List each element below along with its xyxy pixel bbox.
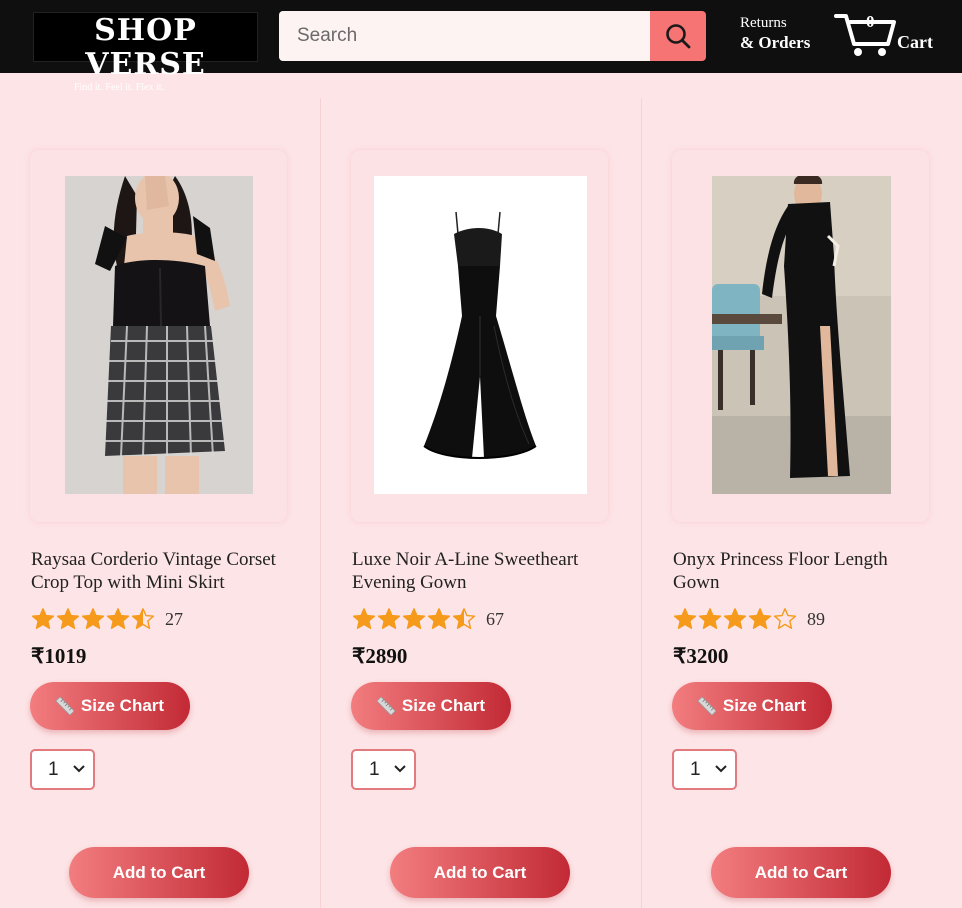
size-chart-button[interactable]: Size Chart bbox=[672, 682, 832, 730]
star-rating bbox=[352, 607, 476, 631]
size-chart-label: Size Chart bbox=[401, 696, 486, 715]
quantity-value: 1 bbox=[48, 758, 59, 780]
ruler-icon bbox=[697, 697, 716, 715]
quantity-select[interactable]: 1 bbox=[30, 749, 95, 790]
cart-count-badge: 0 bbox=[866, 12, 875, 31]
logo-tagline: Find it. Feel it. Flex it. bbox=[74, 82, 165, 93]
product-photo-black-gown[interactable] bbox=[374, 176, 587, 494]
returns-orders-link[interactable]: Returns & Orders bbox=[740, 13, 810, 53]
rating-count: 67 bbox=[486, 608, 504, 629]
star-icon bbox=[427, 608, 451, 629]
search-bar bbox=[279, 11, 706, 61]
product-image-card[interactable] bbox=[351, 150, 608, 522]
returns-label: Returns bbox=[740, 15, 787, 31]
rating-count: 27 bbox=[165, 608, 183, 629]
star-icon bbox=[773, 608, 797, 629]
star-rating bbox=[673, 607, 797, 631]
star-icon bbox=[131, 608, 155, 629]
product-price: ₹3200 bbox=[673, 644, 729, 668]
product-image-card[interactable] bbox=[672, 150, 929, 522]
star-icon bbox=[106, 608, 130, 629]
add-to-cart-button[interactable]: Add to Cart bbox=[711, 847, 891, 898]
search-icon bbox=[666, 24, 691, 49]
quantity-select[interactable]: 1 bbox=[672, 749, 737, 790]
star-icon bbox=[698, 608, 722, 629]
quantity-value: 1 bbox=[690, 758, 701, 780]
star-icon bbox=[402, 608, 426, 629]
search-button[interactable] bbox=[650, 11, 706, 61]
add-to-cart-button[interactable]: Add to Cart bbox=[69, 847, 249, 898]
logo-title: SHOP VERSE bbox=[85, 13, 206, 82]
product-card: Raysaa Corderio Vintage Corset Crop Top … bbox=[0, 98, 321, 908]
cart-icon bbox=[834, 14, 896, 56]
size-chart-label: Size Chart bbox=[80, 696, 165, 715]
product-card: Luxe Noir A-Line Sweetheart Evening Gown… bbox=[320, 98, 641, 908]
product-price: ₹1019 bbox=[31, 644, 87, 668]
star-rating bbox=[31, 607, 155, 631]
star-icon bbox=[81, 608, 105, 629]
ruler-icon bbox=[376, 697, 395, 715]
ruler-icon bbox=[55, 697, 74, 715]
product-photo-one-shoulder-gown[interactable] bbox=[712, 176, 891, 494]
size-chart-button[interactable]: Size Chart bbox=[30, 682, 190, 730]
top-header: SHOP VERSE Find it. Feel it. Flex it. Re… bbox=[0, 0, 962, 93]
shop-logo[interactable]: SHOP VERSE Find it. Feel it. Flex it. bbox=[33, 12, 258, 93]
product-price: ₹2890 bbox=[352, 644, 408, 668]
star-icon bbox=[377, 608, 401, 629]
star-icon bbox=[748, 608, 772, 629]
quantity-value: 1 bbox=[369, 758, 380, 780]
star-icon bbox=[31, 608, 55, 629]
add-to-cart-button[interactable]: Add to Cart bbox=[390, 847, 570, 898]
cart-label: Cart bbox=[897, 32, 933, 52]
orders-label: & Orders bbox=[740, 33, 811, 52]
star-icon bbox=[56, 608, 80, 629]
product-image-card[interactable] bbox=[30, 150, 287, 522]
product-rating: 67 bbox=[352, 606, 504, 632]
product-rating: 89 bbox=[673, 606, 825, 632]
product-title[interactable]: Raysaa Corderio Vintage Corset Crop Top … bbox=[31, 548, 281, 594]
product-photo-corset-top-skirt[interactable] bbox=[65, 176, 253, 494]
rating-count: 89 bbox=[807, 608, 825, 629]
product-title[interactable]: Luxe Noir A-Line Sweetheart Evening Gown bbox=[352, 548, 602, 594]
size-chart-label: Size Chart bbox=[722, 696, 807, 715]
size-chart-button[interactable]: Size Chart bbox=[351, 682, 511, 730]
product-title[interactable]: Onyx Princess Floor Length Gown bbox=[673, 548, 923, 594]
chevron-down-icon bbox=[394, 765, 406, 773]
chevron-down-icon bbox=[73, 765, 85, 773]
quantity-select[interactable]: 1 bbox=[351, 749, 416, 790]
search-input[interactable] bbox=[279, 11, 651, 61]
cart-button[interactable]: 0 Cart bbox=[834, 10, 944, 60]
product-card: Onyx Princess Floor Length Gown 89 ₹3200… bbox=[641, 98, 962, 908]
star-icon bbox=[352, 608, 376, 629]
product-rating: 27 bbox=[31, 606, 183, 632]
star-icon bbox=[723, 608, 747, 629]
star-icon bbox=[452, 608, 476, 629]
star-icon bbox=[673, 608, 697, 629]
chevron-down-icon bbox=[715, 765, 727, 773]
